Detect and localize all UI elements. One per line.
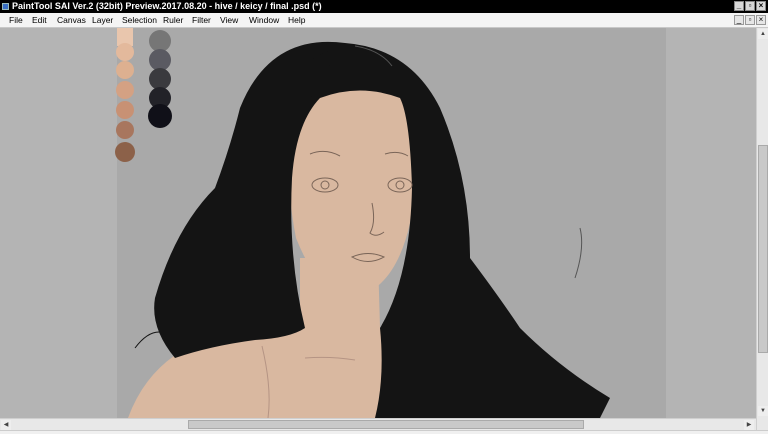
horizontal-scroll-thumb[interactable]	[188, 420, 584, 429]
vertical-scroll-thumb[interactable]	[758, 145, 768, 353]
status-bar	[0, 430, 768, 434]
minimize-button[interactable]: _	[734, 1, 744, 11]
menu-bar: File Edit Canvas Layer Selection Ruler F…	[0, 13, 768, 28]
menu-layer[interactable]: Layer	[92, 13, 113, 27]
dark-swatch-2[interactable]	[149, 49, 171, 71]
window-title: PaintTool SAI Ver.2 (32bit) Preview.2017…	[12, 1, 322, 11]
app-icon	[2, 3, 9, 10]
doc-minimize-button[interactable]: _	[734, 15, 744, 25]
menu-filter[interactable]: Filter	[192, 13, 211, 27]
scroll-right-arrow-icon[interactable]: ▶	[744, 420, 754, 430]
restore-button[interactable]: ▫	[745, 1, 755, 11]
dark-swatch-3[interactable]	[149, 68, 171, 90]
menu-file[interactable]: File	[9, 13, 23, 27]
menu-canvas[interactable]: Canvas	[57, 13, 86, 27]
skin-swatch-5[interactable]	[116, 101, 134, 119]
close-button[interactable]: ×	[756, 1, 766, 11]
canvas-viewport[interactable]	[0, 28, 756, 418]
menu-ruler[interactable]: Ruler	[163, 13, 183, 27]
scroll-up-arrow-icon[interactable]: ▲	[758, 29, 768, 39]
menu-selection[interactable]: Selection	[122, 13, 157, 27]
skin-swatch-3[interactable]	[116, 61, 134, 79]
menu-view[interactable]: View	[220, 13, 238, 27]
document-controls: _ ▫ ×	[734, 15, 766, 25]
horizontal-scrollbar[interactable]: ◀ ▶	[0, 418, 756, 430]
window-controls: _ ▫ ×	[734, 1, 766, 11]
skin-swatch-4[interactable]	[116, 81, 134, 99]
skin-swatch-6[interactable]	[116, 121, 134, 139]
menu-help[interactable]: Help	[288, 13, 305, 27]
skin-swatch-2[interactable]	[116, 43, 134, 61]
scroll-left-arrow-icon[interactable]: ◀	[1, 420, 11, 430]
title-bar[interactable]: PaintTool SAI Ver.2 (32bit) Preview.2017…	[0, 0, 768, 13]
doc-close-button[interactable]: ×	[756, 15, 766, 25]
canvas-artwork[interactable]	[0, 28, 756, 418]
skin-swatch-7[interactable]	[115, 142, 135, 162]
dark-swatch-1[interactable]	[149, 30, 171, 52]
vertical-scrollbar[interactable]: ▲ ▼	[756, 28, 768, 430]
menu-edit[interactable]: Edit	[32, 13, 47, 27]
doc-restore-button[interactable]: ▫	[745, 15, 755, 25]
scroll-down-arrow-icon[interactable]: ▼	[758, 406, 768, 416]
dark-swatch-5[interactable]	[148, 104, 172, 128]
menu-window[interactable]: Window	[249, 13, 279, 27]
